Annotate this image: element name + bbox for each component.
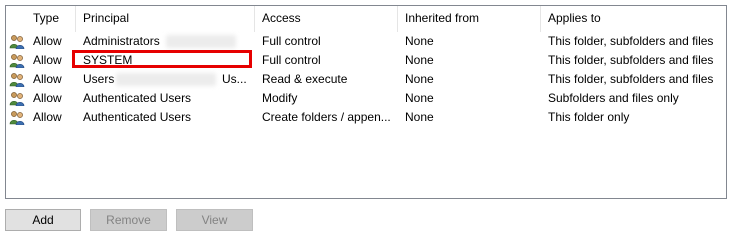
redacted-area (116, 73, 216, 86)
column-header-inherited-from[interactable]: Inherited from (398, 6, 541, 32)
column-header-applies-to[interactable]: Applies to (541, 6, 726, 32)
entry-inherited-from: None (405, 91, 434, 105)
entry-applies-to: This folder, subfolders and files (548, 34, 714, 48)
entry-access: Modify (262, 91, 298, 105)
add-button[interactable]: Add (5, 209, 81, 231)
entry-access: Full control (262, 53, 321, 67)
users-icon (9, 73, 25, 87)
users-icon (9, 54, 25, 68)
entry-applies-to: This folder, subfolders and files (548, 72, 714, 86)
entry-inherited-from: None (405, 34, 434, 48)
entry-type: Allow (33, 72, 62, 86)
entry-inherited-from: None (405, 72, 434, 86)
column-header-access[interactable]: Access (255, 6, 398, 32)
users-icon (9, 111, 25, 125)
entry-inherited-from: None (405, 53, 434, 67)
table-row[interactable]: Allow Administrators Full control None T… (6, 32, 726, 51)
entry-access: Read & execute (262, 72, 348, 86)
users-icon (9, 92, 25, 106)
entry-principal: Authenticated Users (83, 110, 192, 124)
table-row[interactable]: Allow Users Us... Read & execute None Th… (6, 70, 726, 89)
entry-access: Full control (262, 34, 321, 48)
highlight-box (72, 50, 252, 68)
entry-applies-to: This folder only (548, 110, 630, 124)
remove-button[interactable]: Remove (90, 209, 167, 231)
entry-applies-to: Subfolders and files only (548, 91, 679, 105)
column-header-principal[interactable]: Principal (76, 6, 255, 32)
entry-inherited-from: None (405, 110, 434, 124)
entry-principal: Administrators (83, 34, 160, 48)
redacted-area (166, 35, 236, 48)
entry-type: Allow (33, 110, 62, 124)
entry-access: Create folders / appen... (262, 110, 391, 124)
permissions-panel: Type Principal Access Inherited from App… (0, 0, 732, 240)
entry-principal-suffix: Us... (222, 72, 247, 86)
column-header-type[interactable]: Type (26, 6, 76, 32)
view-button[interactable]: View (176, 209, 253, 231)
entry-principal: Authenticated Users (83, 91, 192, 105)
list-header: Type Principal Access Inherited from App… (6, 6, 726, 32)
entry-applies-to: This folder, subfolders and files (548, 53, 714, 67)
table-row[interactable]: Allow Authenticated Users Modify None Su… (6, 89, 726, 108)
entry-type: Allow (33, 34, 62, 48)
permission-entries-list[interactable]: Type Principal Access Inherited from App… (5, 5, 727, 199)
users-icon (9, 35, 25, 49)
entry-type: Allow (33, 91, 62, 105)
table-row[interactable]: Allow Authenticated Users Create folders… (6, 108, 726, 127)
